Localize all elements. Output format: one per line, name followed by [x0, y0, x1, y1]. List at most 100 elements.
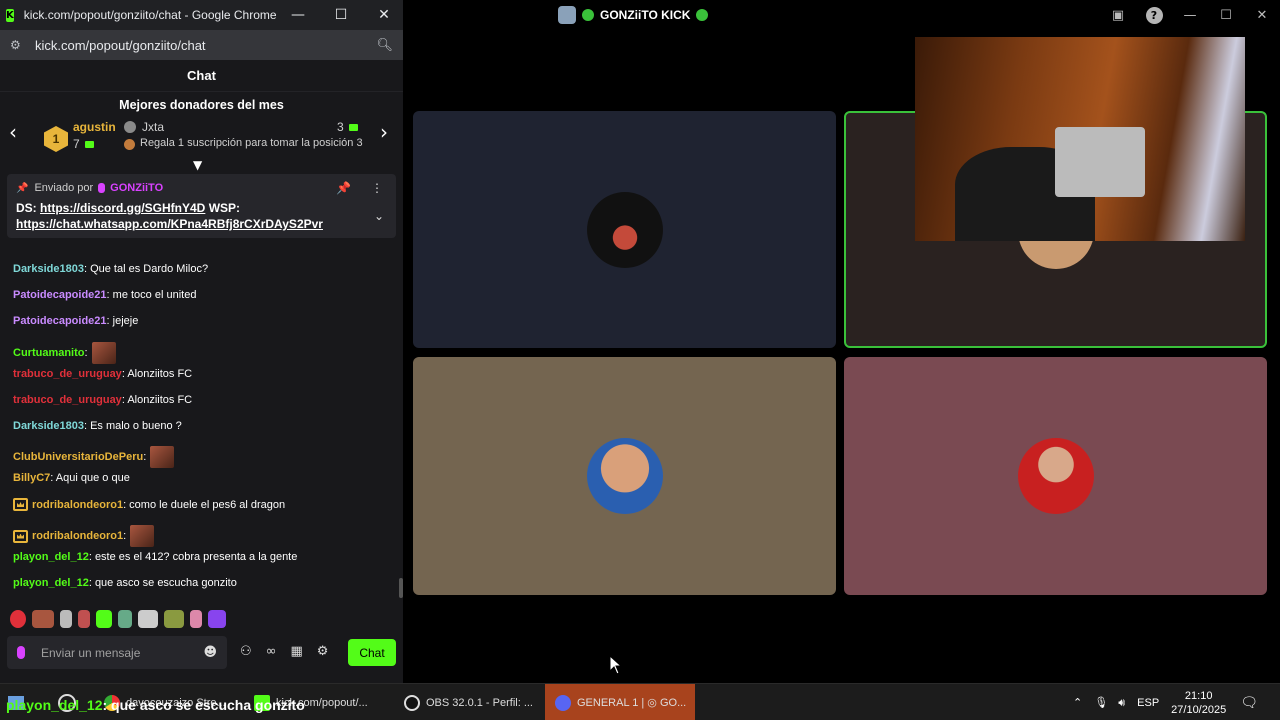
second-donor-name[interactable]: Jxta [142, 120, 164, 134]
emoji-icon[interactable]: ☻ [203, 645, 217, 660]
maximize-button[interactable]: ☐ [320, 0, 363, 30]
chat-username[interactable]: trabuco_de_uruguay [13, 368, 122, 380]
sent-by-label: Enviado por [34, 182, 94, 194]
clock-date: 27/10/2025 [1171, 703, 1227, 716]
obs-icon [404, 694, 420, 711]
avatar [1018, 438, 1094, 514]
chat-message: ClubUniversitarioDePeru: [13, 446, 175, 468]
position-hint: Regala 1 suscripción para tomar la posic… [140, 137, 363, 149]
clock[interactable]: 21:10 27/10/2025 [1171, 689, 1226, 717]
settings-icon[interactable]: ⚙ [317, 644, 329, 659]
emote-icon[interactable] [96, 610, 112, 628]
pinned-body: DS: https://discord.gg/SGHfnY4D WSP: htt… [16, 200, 387, 232]
emote-bar [10, 607, 226, 631]
zoom-icon[interactable]: 🔍︎ [376, 38, 393, 53]
emote-icon[interactable] [60, 610, 72, 628]
emote-icon[interactable] [32, 610, 54, 628]
language-indicator[interactable]: ESP [1137, 697, 1159, 709]
pinned-header: 📌 Enviado por GONZiiTO [16, 182, 387, 194]
chat-text: : que asco se escucha gonzito [88, 577, 237, 589]
users-icon[interactable]: ⚇ [240, 644, 252, 659]
chat-username[interactable]: Darkside1803 [13, 263, 84, 275]
top-donor-name[interactable]: agustin [73, 120, 116, 134]
more-options-icon[interactable]: ⋮ [371, 181, 383, 195]
chat-username[interactable]: trabuco_de_uruguay [13, 394, 122, 406]
site-settings-icon[interactable]: ⚙ [10, 38, 24, 52]
chat-message: Darkside1803: Que tal es Dardo Miloc? [13, 263, 208, 275]
overlay-text: : que asco se escucha gonzito [102, 697, 305, 713]
inbox-icon[interactable]: ▣ [1100, 0, 1136, 30]
discord-titlebar: GONZiiTO KICK ▣ ? — ☐ ✕ [403, 0, 1280, 30]
ds-prefix: DS: [16, 201, 37, 215]
chat-username[interactable]: Darkside1803 [13, 420, 84, 432]
collapse-icon[interactable]: ▼ [193, 158, 202, 172]
chat-username[interactable]: ClubUniversitarioDePeru [13, 451, 143, 463]
chat-text: : como le duele el pes6 al dragon [123, 498, 286, 511]
emote-icon [130, 525, 155, 547]
chat-username[interactable]: rodribalondeoro1 [32, 499, 123, 511]
chat-text: : [84, 347, 88, 359]
volume-icon[interactable]: 🔊︎ [1118, 696, 1125, 710]
whatsapp-link[interactable]: https://chat.whatsapp.com/KPna4RBfj8rCXr… [16, 217, 323, 231]
second-donor-count: 3 [337, 120, 358, 134]
send-chat-button[interactable]: Chat [348, 639, 396, 666]
chat-username[interactable]: playon_del_12 [13, 551, 89, 563]
microphone-icon[interactable]: 🎙︎ [1094, 696, 1108, 709]
chat-username[interactable]: Curtuamanito [13, 347, 85, 359]
discord-link[interactable]: https://discord.gg/SGHfnY4D [40, 201, 205, 215]
url-text[interactable]: kick.com/popout/gonziito/chat [35, 38, 206, 53]
emote-icon[interactable] [208, 610, 226, 628]
show-hidden-icons-icon[interactable]: ⌃ [1073, 696, 1082, 709]
second-donor-count-value: 3 [337, 120, 344, 134]
message-input-placeholder[interactable]: Enviar un mensaje [41, 646, 140, 660]
chat-username[interactable]: BillyC7 [13, 472, 50, 484]
chat-message: playon_del_12: este es el 412? cobra pre… [13, 551, 297, 563]
avatar [587, 438, 663, 514]
call-title-group: GONZiiTO KICK [558, 6, 709, 24]
top-donor-count: 7 [73, 137, 94, 151]
taskbar-item-active[interactable]: GENERAL 1 | ◎ GO... [545, 684, 695, 720]
chevron-left-icon[interactable]: ‹ [9, 120, 17, 144]
maximize-button[interactable]: ☐ [1208, 0, 1244, 30]
desktop: K kick.com/popout/gonziito/chat - Google… [0, 0, 1280, 720]
badge-icon [124, 121, 136, 133]
mic-icon [17, 646, 25, 659]
emote-icon[interactable] [164, 610, 184, 628]
notifications-icon[interactable]: 🗨︎ [1240, 695, 1258, 711]
store-icon[interactable]: ▦ [291, 644, 303, 659]
message-input[interactable]: Enviar un mensaje ☻ [7, 636, 227, 669]
participant-tile[interactable] [413, 111, 836, 348]
pinned-actions: 📌 ⋮ [336, 181, 383, 195]
chat-username[interactable]: playon_del_12 [13, 577, 89, 589]
emote-icon[interactable] [10, 610, 26, 628]
minimize-button[interactable]: — [277, 0, 320, 30]
subscription-icon [84, 141, 94, 149]
chat-username[interactable]: Patoidecapoide21 [13, 315, 107, 327]
unpin-icon[interactable]: 📌 [336, 181, 351, 195]
minimize-button[interactable]: — [1172, 0, 1208, 30]
emote-icon[interactable] [190, 610, 202, 628]
taskbar-item[interactable]: OBS 32.0.1 - Perfil: ... [404, 684, 544, 720]
address-bar[interactable]: ⚙ kick.com/popout/gonziito/chat 🔍︎ [0, 30, 403, 60]
window-title: kick.com/popout/gonziito/chat - Google C… [23, 8, 277, 22]
infinity-icon[interactable]: ∞ [266, 644, 277, 659]
help-icon[interactable]: ? [1136, 0, 1172, 30]
participant-tile[interactable] [844, 357, 1267, 595]
overlay-user: playon_del_12 [6, 697, 103, 713]
emote-icon[interactable] [138, 610, 158, 628]
mouse-cursor-icon [609, 655, 623, 675]
expand-chevron-icon[interactable]: ⌄ [374, 209, 384, 223]
emote-icon[interactable] [78, 610, 90, 628]
chat-username[interactable]: rodribalondeoro1 [32, 530, 123, 542]
close-button[interactable]: ✕ [1244, 0, 1280, 30]
chevron-right-icon[interactable]: › [380, 120, 388, 144]
stream-overlay-caption: playon_del_12 : que asco se escucha gonz… [6, 697, 305, 713]
pin-icon: 📌 [16, 182, 29, 194]
participant-tile[interactable] [413, 357, 836, 595]
pinned-user[interactable]: GONZiiTO [110, 182, 163, 194]
clock-time: 21:10 [1184, 689, 1213, 702]
close-button[interactable]: ✕ [363, 0, 403, 30]
top-donors-panel: ‹ 1 agustin 7 Jxta 3 Regala 1 suscripció… [0, 118, 403, 172]
emote-icon[interactable] [118, 610, 132, 628]
chat-username[interactable]: Patoidecapoide21 [13, 289, 107, 301]
